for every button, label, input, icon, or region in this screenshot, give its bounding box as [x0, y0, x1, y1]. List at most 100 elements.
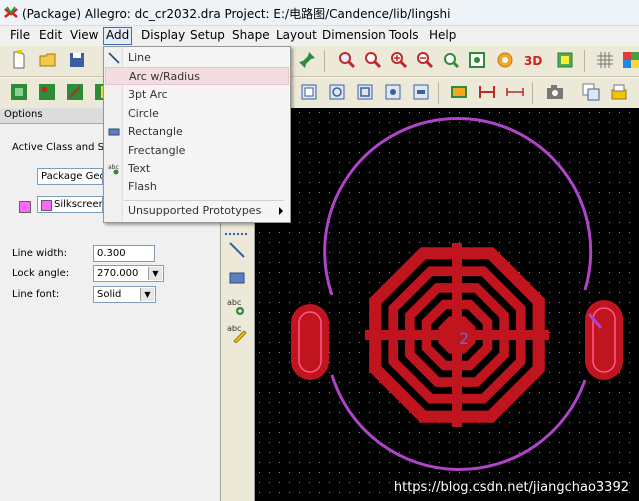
new-file-button[interactable]: [8, 49, 30, 71]
color-button[interactable]: [620, 49, 639, 71]
toolbar-grip[interactable]: [225, 233, 247, 237]
save-button[interactable]: [66, 49, 88, 71]
add-rectangle-button[interactable]: [226, 267, 248, 289]
square-select-button[interactable]: [354, 81, 376, 103]
zoom-out-icon: [417, 52, 434, 69]
measure-button[interactable]: [476, 81, 498, 103]
board-button[interactable]: [8, 81, 30, 103]
zoom-fit-button[interactable]: [362, 49, 384, 71]
pad-stack-icon: [451, 86, 467, 98]
flip-button[interactable]: [554, 49, 576, 71]
dimension-button[interactable]: [504, 81, 526, 103]
menu-help[interactable]: Help: [427, 28, 458, 42]
options-tab-label: Options: [4, 109, 43, 120]
zoom-previous-icon: [444, 53, 460, 69]
chevron-down-icon[interactable]: ▼: [148, 267, 162, 280]
rectangle-icon: [108, 128, 120, 136]
zoom-out-button[interactable]: [414, 49, 436, 71]
line-icon: [108, 52, 120, 64]
menu-add[interactable]: Add: [103, 27, 133, 45]
3d-view-button[interactable]: 3D: [522, 49, 544, 71]
component-icon: [39, 84, 55, 100]
menu-shape[interactable]: Shape: [230, 28, 272, 42]
zoom-points-button[interactable]: [336, 49, 358, 71]
menu-item-flash[interactable]: Flash: [105, 178, 289, 196]
menu-item-circle[interactable]: Circle: [105, 105, 289, 123]
zoom-icon: [339, 52, 356, 69]
svg-text:abc: abc: [227, 324, 241, 333]
menu-dimension[interactable]: Dimension: [320, 28, 388, 42]
menu-tools[interactable]: Tools: [387, 28, 421, 42]
add-line-button[interactable]: [226, 239, 248, 261]
menubar: File Edit View Add Display Setup Shape L…: [0, 26, 639, 45]
menu-display[interactable]: Display: [139, 28, 187, 42]
line-width-input[interactable]: 0.300: [93, 245, 155, 262]
line-width-label: Line width:: [12, 248, 67, 259]
add-menu-dropdown: Line Arc w/Radius 3pt Arc Circle Rectang…: [103, 46, 291, 223]
design-canvas[interactable]: 2 https://blog.csdn.net/jiangchao3392: [255, 108, 639, 501]
stack-icon: [611, 84, 627, 100]
snap-button[interactable]: [298, 81, 320, 103]
ring-select-button[interactable]: [382, 81, 404, 103]
menu-item-unsupported-prototypes[interactable]: Unsupported Prototypes: [105, 202, 289, 220]
component-button[interactable]: [36, 81, 58, 103]
edit-text-button[interactable]: abc: [226, 321, 248, 343]
copy-icon: [582, 83, 600, 101]
subclass-select[interactable]: Silkscreen_: [37, 196, 103, 213]
lock-angle-label: Lock angle:: [12, 268, 70, 279]
class-select[interactable]: Package Geom: [37, 168, 103, 185]
watermark-text: https://blog.csdn.net/jiangchao3392: [393, 480, 629, 495]
refresh-icon: [497, 52, 513, 68]
circle-select-button[interactable]: [326, 81, 348, 103]
rectangle-icon: [229, 272, 245, 284]
right-pad: [585, 300, 623, 380]
menu-view[interactable]: View: [68, 28, 100, 42]
camera-icon: [547, 85, 563, 99]
color-palette-icon: [623, 52, 639, 68]
menu-item-line[interactable]: Line: [105, 49, 289, 67]
menu-item-rectangle[interactable]: Rectangle: [105, 123, 289, 141]
text-icon: abc: [108, 164, 119, 175]
refresh-button[interactable]: [494, 49, 516, 71]
pin-button[interactable]: [296, 49, 318, 71]
add-text-button[interactable]: abc: [226, 295, 248, 317]
allegro-app-icon: [4, 6, 18, 18]
menu-item-3pt-arc[interactable]: 3pt Arc: [105, 86, 289, 104]
ring-select-icon: [385, 84, 401, 100]
zoom-previous-button[interactable]: [440, 49, 462, 71]
menu-file[interactable]: File: [8, 28, 32, 42]
lock-angle-select[interactable]: 270.000 ▼: [93, 265, 164, 282]
shape-select-button[interactable]: [410, 81, 432, 103]
snap-icon: [301, 84, 317, 100]
copy-button[interactable]: [580, 81, 602, 103]
subclass-color-chip: [41, 200, 52, 211]
chevron-down-icon[interactable]: ▼: [140, 288, 154, 301]
grid-icon: [597, 52, 613, 68]
main-toolbar: 3D: [0, 46, 639, 77]
menu-edit[interactable]: Edit: [37, 28, 64, 42]
square-select-icon: [357, 84, 373, 100]
menu-layout[interactable]: Layout: [274, 28, 319, 42]
redraw-icon: [469, 52, 485, 68]
save-icon: [70, 53, 84, 67]
zoom-in-button[interactable]: [388, 49, 410, 71]
folder-icon: [39, 53, 56, 67]
redraw-button[interactable]: [466, 49, 488, 71]
menu-setup[interactable]: Setup: [188, 28, 227, 42]
measure-icon: [479, 86, 495, 98]
stack-button[interactable]: [608, 81, 630, 103]
window-title: (Package) Allegro: dc_cr2032.dra Project…: [22, 7, 451, 21]
camera-button[interactable]: [544, 81, 566, 103]
pad-stack-button[interactable]: [448, 81, 470, 103]
menu-item-text[interactable]: abc Text: [105, 160, 289, 178]
menu-item-frectangle[interactable]: Frectangle: [105, 142, 289, 160]
line-font-select[interactable]: Solid ▼: [93, 286, 156, 303]
flip-icon: [557, 52, 573, 68]
open-file-button[interactable]: [37, 49, 59, 71]
symbol-button[interactable]: [64, 81, 86, 103]
add-text-icon: abc: [227, 298, 244, 315]
3d-view-icon: 3D: [524, 54, 542, 68]
menu-item-arc-radius[interactable]: Arc w/Radius: [105, 67, 289, 85]
grid-toggle-button[interactable]: [594, 49, 616, 71]
board-icon: [11, 84, 27, 100]
